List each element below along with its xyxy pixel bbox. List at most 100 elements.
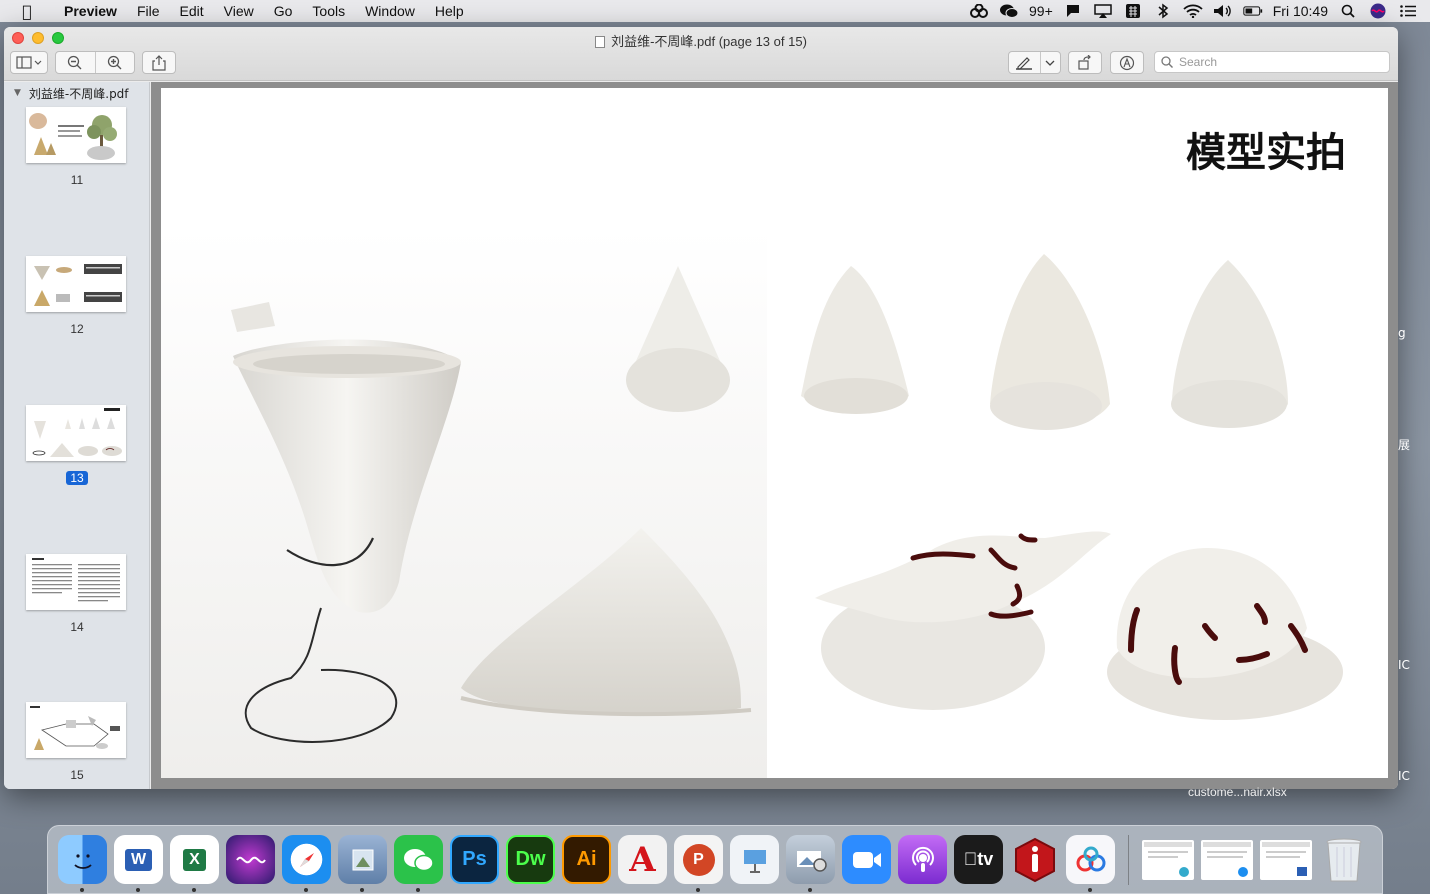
search-placeholder: Search [1179,55,1218,69]
menu-clock[interactable]: Fri 10:49 [1273,3,1328,19]
window-title: 刘益维-不周峰.pdf (page 13 of 15) [4,31,1398,50]
dock-dreamweaver-icon[interactable]: Dw [506,835,555,884]
menu-file[interactable]: File [127,3,170,19]
page-thumbnail-15[interactable] [26,702,126,758]
zoom-out-icon [68,55,82,69]
pen-icon [1016,56,1033,70]
pdf-page: 模型实拍 [161,88,1388,778]
dock-excel-icon[interactable]: X [170,835,219,892]
thumbnail-image [34,264,122,306]
page-thumbnail-13[interactable] [26,405,126,461]
menu-tools[interactable]: Tools [302,3,355,19]
thumbnail-image [32,408,122,457]
menu-window[interactable]: Window [355,3,425,19]
notification-icon[interactable] [1063,3,1083,19]
dock-word-icon[interactable]: W [114,835,163,892]
input-method-icon[interactable] [1123,3,1143,19]
dock-photoshop-icon[interactable]: Ps [450,835,499,884]
page-thumbnail-11[interactable] [26,107,126,163]
search-field[interactable]: Search [1154,51,1390,73]
desktop-file-label[interactable]: custome...nair.xlsx [1188,785,1287,799]
selected-page-badge: 13 [66,471,88,485]
rotate-icon [1078,54,1091,70]
sidebar-toggle-button[interactable] [10,51,48,74]
page-number-11: 11 [70,173,84,187]
desktop-edge-label: IC [1398,658,1410,672]
dock-preview-icon[interactable] [338,835,387,892]
thumbnail-image [29,113,117,160]
dock-siri-icon[interactable] [226,835,275,884]
markup-pen-menu[interactable] [1008,51,1061,74]
sidebar-file-header[interactable]: ▼ 刘益维-不周峰.pdf [4,82,149,104]
dock-podcasts-icon[interactable] [898,835,947,884]
desktop-edge-label: 展 [1398,438,1411,452]
markup-pen-button[interactable] [1009,56,1040,70]
dock: W X Ps Dw Ai A P tv [47,825,1383,894]
pdf-document-icon [595,36,606,48]
dock-zoom-icon[interactable] [842,835,891,884]
zoom-in-icon [107,55,122,69]
thumbnail-image [30,706,120,750]
powerpoint-letter: P [682,843,715,876]
menu-go[interactable]: Go [264,3,303,19]
dock-baidu-netdisk-icon[interactable] [1066,835,1115,892]
menu-edit[interactable]: Edit [170,3,214,19]
share-icon [152,54,166,71]
dock-separator [1128,834,1129,885]
dock-image-capture-icon[interactable] [786,835,835,892]
page-number-13-selected: 13 [4,471,150,485]
spotlight-search-icon[interactable] [1338,3,1358,19]
notification-center-icon[interactable] [1398,3,1418,19]
wifi-icon[interactable] [1183,3,1203,19]
preview-window: 刘益维-不周峰.pdf (page 13 of 15) Search ▼ 刘益维… [4,27,1398,789]
dock-info-app-icon[interactable] [1010,835,1059,884]
page-number-15: 15 [70,768,84,782]
document-view[interactable]: 模型实拍 [151,82,1398,789]
page-thumbnail-12[interactable] [26,256,126,312]
volume-icon[interactable] [1213,3,1233,19]
pen-options-dropdown[interactable] [1041,59,1060,67]
baidu-cloud-status-icon[interactable] [969,3,989,19]
menu-view[interactable]: View [214,3,264,19]
zoom-controls [55,51,135,74]
bluetooth-icon[interactable] [1153,3,1173,19]
disclosure-triangle-icon[interactable]: ▼ [14,88,21,98]
airplay-icon[interactable] [1093,3,1113,19]
thumbnail-sidebar: ▼ 刘益维-不周峰.pdf 11 12 13 14 15 [4,82,150,789]
siri-icon[interactable] [1368,3,1388,19]
wechat-status-icon[interactable] [999,3,1019,19]
dock-trash-icon[interactable] [1319,835,1368,884]
menu-help[interactable]: Help [425,3,474,19]
zoom-in-button[interactable] [96,55,135,71]
sidebar-icon [16,55,42,69]
dock-minimized-window-2[interactable] [1201,839,1253,880]
battery-icon[interactable] [1243,3,1263,19]
dock-safari-icon[interactable] [282,835,331,892]
markup-toolbar-button[interactable] [1110,51,1144,74]
desktop-edge-label: g [1398,326,1406,340]
menu-app-name[interactable]: Preview [54,3,127,19]
zoom-out-button[interactable] [56,55,95,71]
window-toolbar: 刘益维-不周峰.pdf (page 13 of 15) Search [4,27,1398,81]
dock-minimized-window-1[interactable] [1142,839,1194,880]
page-thumbnail-14[interactable] [26,554,126,610]
dock-illustrator-icon[interactable]: Ai [562,835,611,884]
search-icon [1161,56,1173,68]
dock-keynote-icon[interactable] [730,835,779,884]
share-button[interactable] [142,51,176,74]
page-number-14: 14 [70,620,84,634]
thumbnail-image [32,558,120,602]
dock-finder-icon[interactable] [58,835,107,892]
apple-menu-icon[interactable]:  [0,2,54,21]
menu-bar:  Preview File Edit View Go Tools Window… [0,0,1430,22]
word-letter: W [124,848,153,871]
excel-letter: X [183,848,206,871]
dock-apple-tv-icon[interactable]: tv [954,835,1003,884]
dock-minimized-window-3[interactable] [1260,839,1312,880]
rotate-button[interactable] [1068,51,1102,74]
dock-acrobat-icon[interactable]: A [618,835,667,884]
dock-powerpoint-icon[interactable]: P [674,835,723,892]
dock-wechat-icon[interactable] [394,835,443,892]
apple-tv-label: tv [970,849,993,869]
model-photos-image [161,228,1343,778]
